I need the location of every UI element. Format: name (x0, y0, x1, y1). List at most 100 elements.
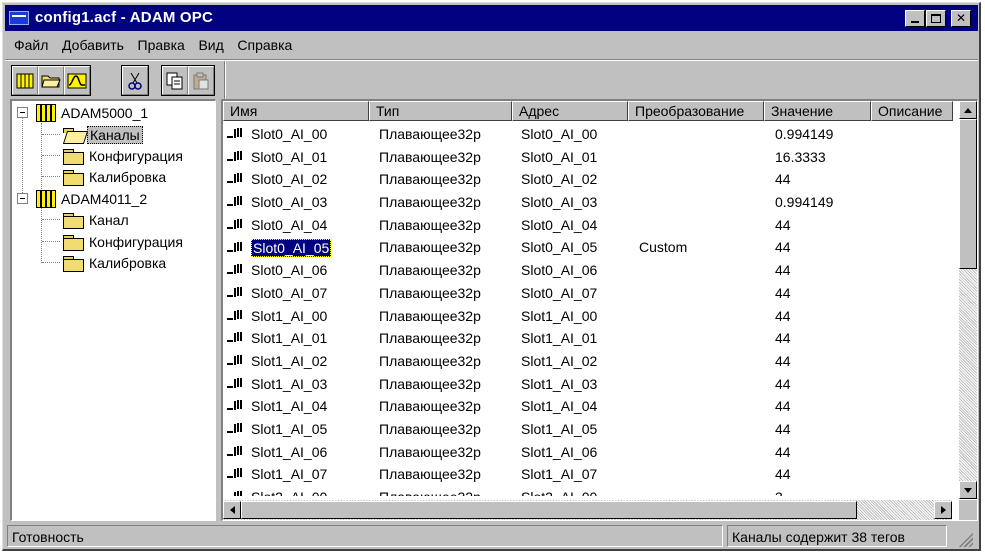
collapse-toggle-adam4011[interactable] (17, 193, 28, 204)
cell-address: Slot1_AI_00 (521, 307, 598, 324)
tag-icon (225, 445, 249, 459)
cell-value: 44 (775, 284, 791, 301)
cell-name: Slot2_AI_00 (225, 489, 327, 496)
cell-name: Slot1_AI_06 (225, 444, 327, 460)
device-tree[interactable]: ADAM5000_1 Каналы Конфигурация Калибровк… (10, 99, 216, 521)
tag-icon (225, 286, 249, 300)
menu-add[interactable]: Добавить (57, 35, 129, 55)
cell-name: Slot0_AI_03 (225, 194, 327, 210)
copy-icon (166, 72, 183, 89)
cell-value: 44 (775, 216, 791, 233)
open-folder-button[interactable] (38, 66, 64, 95)
resize-grip-icon[interactable] (957, 531, 973, 547)
title-bar[interactable]: config1.acf - ADAM OPC ✕ (5, 5, 978, 31)
table-row[interactable]: Slot0_AI_03 Плавающее32р Slot0_AI_03 0.9941… (223, 191, 952, 214)
tag-icon (225, 490, 249, 496)
table-row[interactable]: Slot0_AI_06 Плавающее32р Slot0_AI_06 44 (223, 259, 952, 282)
column-header-name[interactable]: Имя (223, 101, 369, 121)
vertical-scroll-thumb[interactable] (959, 119, 977, 269)
waveform-button[interactable] (64, 66, 90, 95)
arrow-up-icon (964, 107, 972, 113)
vertical-scrollbar[interactable] (959, 101, 977, 499)
scrollbar-corner (959, 500, 977, 520)
tree-node-adam5000[interactable]: ADAM5000_1 (36, 103, 150, 123)
tree-connector (22, 117, 23, 201)
maximize-button[interactable] (926, 10, 946, 27)
scroll-right-button[interactable] (934, 501, 952, 519)
cell-type: Плавающее32р (379, 148, 481, 165)
horizontal-scroll-thumb[interactable] (241, 501, 857, 519)
table-row[interactable]: Slot1_AI_03 Плавающее32р Slot1_AI_03 44 (223, 373, 952, 396)
copy-button[interactable] (162, 66, 188, 95)
tree-node-channels[interactable]: Каналы (62, 125, 143, 145)
table-row[interactable]: Slot0_AI_04 Плавающее32р Slot0_AI_04 44 (223, 214, 952, 237)
table-row[interactable]: Slot0_AI_05 Плавающее32р Slot0_AI_05 Custom… (223, 236, 952, 259)
tag-name: Slot0_AI_02 (251, 171, 328, 188)
table-row[interactable]: Slot1_AI_06 Плавающее32р Slot1_AI_06 44 (223, 441, 952, 464)
tag-icon (225, 195, 249, 209)
tree-node-calibration[interactable]: Калибровка (62, 167, 168, 187)
tree-node-adam4011[interactable]: ADAM4011_2 (36, 189, 149, 209)
tag-icon (225, 331, 249, 345)
tree-node-calibration-2[interactable]: Калибровка (62, 253, 168, 273)
table-row[interactable]: Slot1_AI_00 Плавающее32р Slot1_AI_00 44 (223, 305, 952, 328)
table-row[interactable]: Slot1_AI_01 Плавающее32р Slot1_AI_01 44 (223, 327, 952, 350)
cut-button[interactable] (122, 66, 148, 95)
table-row[interactable]: Slot0_AI_07 Плавающее32р Slot0_AI_07 44 (223, 282, 952, 305)
cell-address: Slot1_AI_03 (521, 375, 598, 392)
list-header: Имя Тип Адрес Преобразование Значение Оп… (223, 101, 953, 121)
tag-name: Slot1_AI_02 (251, 352, 328, 369)
table-row[interactable]: Slot1_AI_07 Плавающее32р Slot1_AI_07 44 (223, 463, 952, 486)
cell-address: Slot1_AI_01 (521, 330, 598, 347)
table-row[interactable]: Slot0_AI_02 Плавающее32р Slot0_AI_02 44 (223, 168, 952, 191)
cell-value: 44 (775, 420, 791, 437)
column-header-address[interactable]: Адрес (512, 101, 628, 121)
tag-name: Slot2_AI_00 (251, 489, 327, 496)
table-row[interactable]: Slot1_AI_04 Плавающее32р Slot1_AI_04 44 (223, 395, 952, 418)
tag-icon (225, 467, 249, 481)
tree-node-configuration[interactable]: Конфигурация (62, 146, 185, 166)
toolbar-group-cut (121, 65, 149, 96)
column-header-value[interactable]: Значение (764, 101, 871, 121)
scroll-left-button[interactable] (223, 501, 241, 519)
toolbar-divider (5, 59, 978, 61)
folder-icon (62, 234, 84, 251)
cell-type: Плавающее32р (379, 420, 481, 437)
column-header-type[interactable]: Тип (369, 101, 512, 121)
cell-name: Slot1_AI_01 (225, 330, 327, 346)
cell-address: Slot1_AI_04 (521, 398, 598, 415)
menu-edit[interactable]: Правка (133, 35, 190, 55)
folder-icon (62, 169, 84, 186)
tree-node-label: Калибровка (89, 255, 167, 271)
adam-app-icon[interactable] (9, 11, 29, 25)
tree-node-channel[interactable]: Канал (62, 210, 131, 230)
scroll-up-button[interactable] (959, 101, 977, 119)
close-icon: ✕ (955, 11, 967, 25)
column-header-conversion[interactable]: Преобразование (628, 101, 764, 121)
minimize-button[interactable] (905, 10, 925, 27)
tag-list[interactable]: Имя Тип Адрес Преобразование Значение Оп… (221, 99, 978, 521)
menu-view[interactable]: Вид (193, 35, 228, 55)
scroll-down-button[interactable] (959, 481, 977, 499)
cell-name: Slot0_AI_01 (225, 149, 327, 165)
collapse-toggle-adam5000[interactable] (17, 107, 28, 118)
tree-connector (42, 262, 60, 263)
paste-icon (193, 72, 209, 89)
tag-icon (225, 309, 249, 323)
tree-node-configuration-2[interactable]: Конфигурация (62, 232, 185, 252)
cell-name: Slot1_AI_04 (225, 398, 327, 414)
menu-help[interactable]: Справка (232, 35, 297, 55)
horizontal-scrollbar[interactable] (223, 500, 952, 520)
table-row[interactable]: Slot0_AI_00 Плавающее32р Slot0_AI_00 0.9941… (223, 123, 952, 146)
table-row[interactable]: Slot0_AI_01 Плавающее32р Slot0_AI_01 16.333… (223, 146, 952, 169)
add-device-button[interactable] (12, 66, 38, 95)
table-row[interactable]: Slot1_AI_02 Плавающее32р Slot1_AI_02 44 (223, 350, 952, 373)
tag-name: Slot1_AI_03 (251, 375, 328, 392)
paste-button[interactable] (188, 66, 214, 95)
cell-name: Slot1_AI_05 (225, 421, 327, 437)
column-header-description[interactable]: Описание (871, 101, 953, 121)
table-row[interactable]: Slot1_AI_05 Плавающее32р Slot1_AI_05 44 (223, 418, 952, 441)
close-button[interactable]: ✕ (951, 10, 971, 27)
table-row[interactable]: Slot2_AI_00 Плавающее32р Slot2_AI_00 3 (223, 486, 952, 496)
menu-file[interactable]: Файл (9, 35, 53, 55)
